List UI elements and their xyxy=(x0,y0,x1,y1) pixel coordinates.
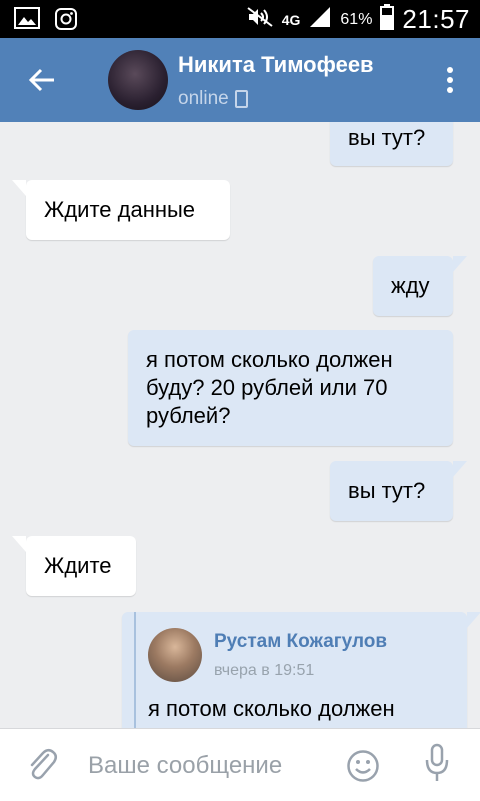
message-outgoing[interactable]: жду xyxy=(373,256,467,316)
gallery-icon xyxy=(14,7,40,36)
message-composer xyxy=(0,728,480,801)
emoji-icon[interactable] xyxy=(346,749,380,788)
message-outgoing[interactable]: я потом сколько должен буду? 20 рублей и… xyxy=(128,330,453,446)
message-text: жду xyxy=(391,273,430,298)
clock: 21:57 xyxy=(402,4,470,34)
contact-avatar[interactable] xyxy=(108,50,168,110)
forwarded-author-avatar[interactable] xyxy=(148,628,202,682)
battery-icon xyxy=(380,4,395,35)
chat-header: Никита Тимофеев online xyxy=(0,38,480,122)
network-type: 4G xyxy=(281,11,301,28)
message-incoming[interactable]: Ждите xyxy=(12,536,136,596)
mobile-icon xyxy=(234,90,248,108)
back-arrow-icon[interactable] xyxy=(28,66,56,99)
message-text: Ждите xyxy=(44,553,112,578)
message-text: я потом сколько должен буду? 20 рублей и… xyxy=(146,347,393,428)
message-incoming[interactable]: Ждите данные xyxy=(12,180,230,240)
forwarded-author-name[interactable]: Рустам Кожагулов xyxy=(214,631,387,653)
attach-icon[interactable] xyxy=(26,747,58,788)
forward-indicator-bar xyxy=(134,612,136,728)
battery-level: 61% xyxy=(340,10,373,28)
forwarded-text: я потом сколько должен xyxy=(148,696,395,721)
message-text: Ждите данные xyxy=(44,197,196,222)
signal-icon xyxy=(308,6,332,33)
message-outgoing[interactable]: вы тут? xyxy=(330,122,453,166)
instagram-icon xyxy=(54,7,78,36)
contact-name[interactable]: Никита Тимофеев xyxy=(178,52,374,78)
status-bar: 4G 61% 21:57 xyxy=(0,0,480,38)
microphone-icon[interactable] xyxy=(424,743,450,788)
more-options-icon[interactable] xyxy=(446,66,454,99)
mute-icon xyxy=(246,6,274,33)
forwarded-time: вчера в 19:51 xyxy=(214,662,315,679)
message-text: вы тут? xyxy=(348,125,426,150)
status-text: online xyxy=(178,88,229,109)
message-input[interactable] xyxy=(86,747,330,785)
message-outgoing[interactable]: вы тут? xyxy=(330,461,467,521)
message-text: вы тут? xyxy=(348,478,426,503)
contact-status: online xyxy=(178,88,248,110)
